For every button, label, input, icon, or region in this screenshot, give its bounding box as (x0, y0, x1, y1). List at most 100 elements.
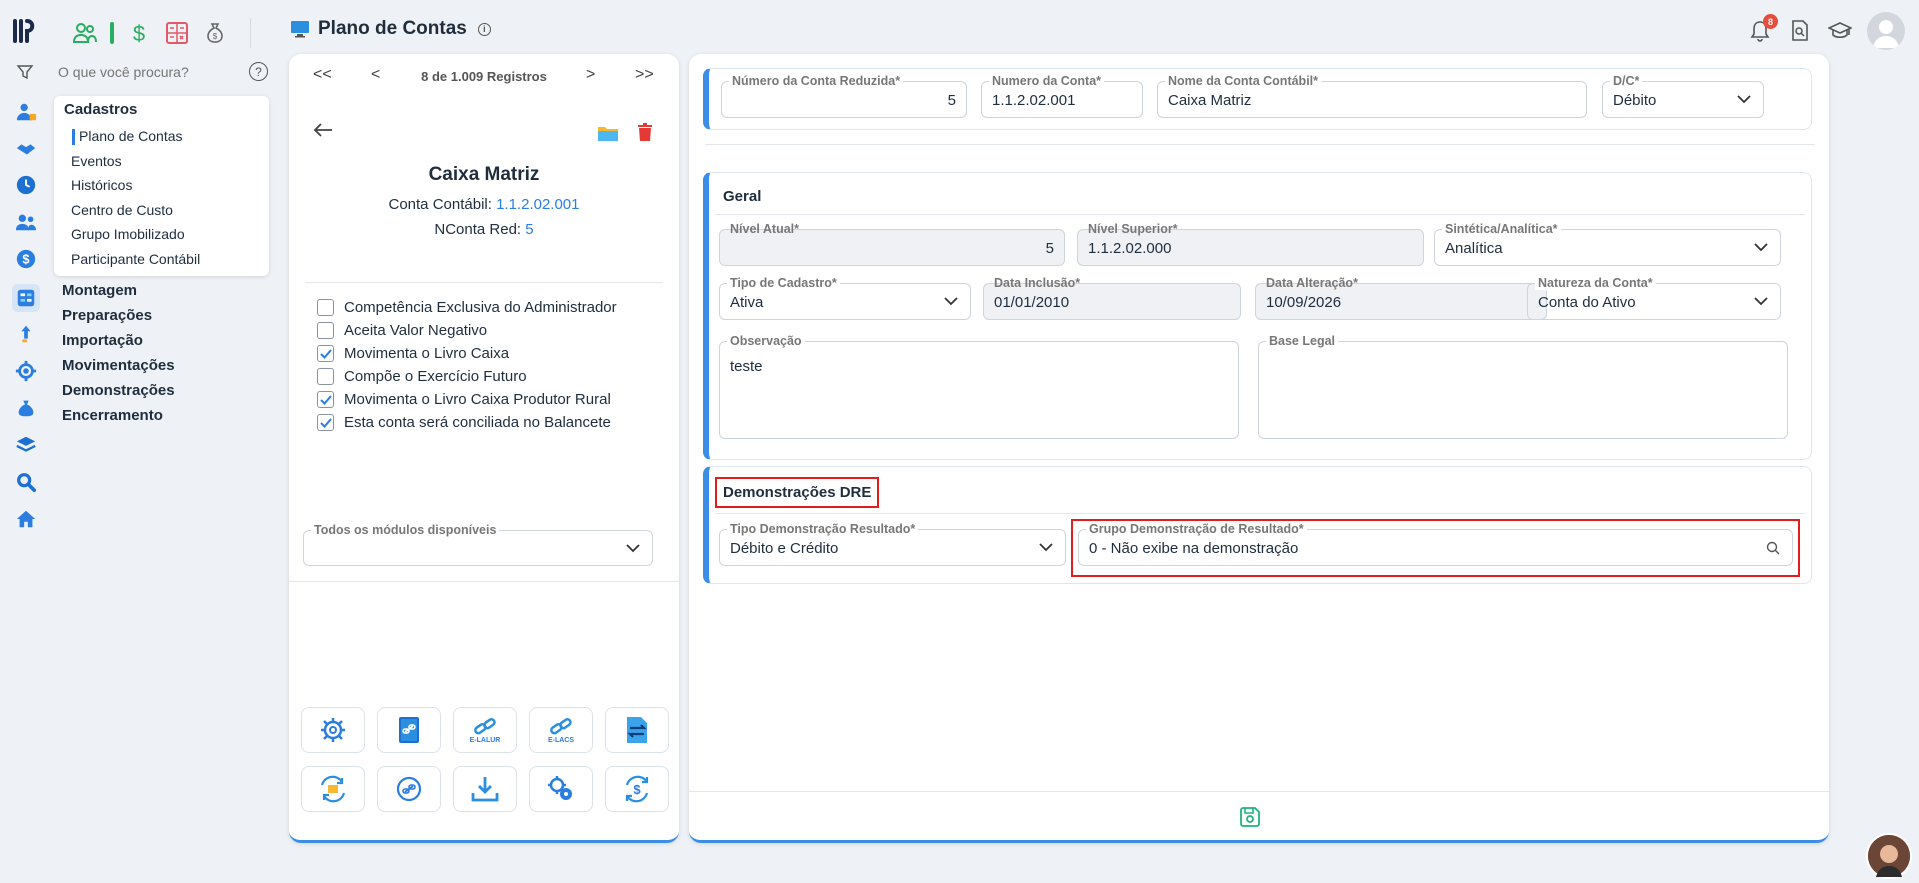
parent-level-value: 1.1.2.02.000 (1088, 240, 1172, 257)
active-module-indicator (110, 22, 114, 44)
flag-checkbox-row[interactable]: Movimenta o Livro Caixa (317, 345, 509, 362)
file-exchange-icon (627, 717, 647, 743)
checkbox-unchecked[interactable] (317, 299, 334, 316)
synthetic-analytic-select[interactable]: Sintética/Analítica* Analítica (1434, 222, 1781, 266)
notifications-button[interactable]: 8 (1747, 14, 1778, 44)
reduced-number-field[interactable]: Número da Conta Reduzida* 5 (721, 74, 967, 118)
page-title-text: Plano de Contas (318, 18, 467, 39)
flag-checkbox-row[interactable]: Aceita Valor Negativo (317, 322, 487, 339)
help-icon[interactable]: ? (249, 62, 268, 81)
flag-checkbox-row[interactable]: Movimenta o Livro Caixa Produtor Rural (317, 391, 611, 408)
menu-section-title[interactable]: Cadastros (64, 101, 137, 118)
flag-checkbox-row[interactable]: Competência Exclusiva do Administrador (317, 299, 617, 316)
account-number-value: 1.1.2.02.001 (992, 92, 1076, 109)
menu-item-centro-de-custo[interactable]: Centro de Custo (71, 202, 173, 218)
menu-item-preparacoes[interactable]: Preparações (62, 307, 152, 324)
user-register-icon[interactable] (14, 100, 38, 124)
menu-item-eventos[interactable]: Eventos (71, 153, 122, 169)
back-arrow-icon[interactable] (313, 121, 333, 144)
download-tile[interactable] (453, 766, 517, 812)
menu-item-montagem[interactable]: Montagem (62, 282, 137, 299)
menu-item-plano-de-contas[interactable]: Plano de Contas (72, 128, 183, 145)
modules-select[interactable]: Todos os módulos disponíveis (303, 523, 653, 566)
menu-item-encerramento[interactable]: Encerramento (62, 407, 163, 424)
result-group-value: 0 - Não exibe na demonstração (1089, 540, 1299, 557)
save-icon[interactable] (1239, 806, 1261, 833)
checkbox-checked[interactable] (317, 391, 334, 408)
money-bag-module-icon[interactable]: $ (196, 18, 234, 48)
trash-icon[interactable] (637, 122, 653, 147)
account-name-field[interactable]: Nome da Conta Contábil* Caixa Matriz (1157, 74, 1587, 118)
menu-item-demonstracoes[interactable]: Demonstrações (62, 382, 175, 399)
result-statement-type-select[interactable]: Tipo Demonstração Resultado* Débito e Cr… (719, 522, 1066, 566)
legal-basis-textarea[interactable]: Base Legal (1258, 334, 1788, 439)
menu-item-importacao[interactable]: Importação (62, 332, 143, 349)
support-chat-avatar[interactable] (1866, 833, 1912, 879)
search-icon[interactable] (1766, 541, 1780, 555)
sync-file-tile[interactable] (301, 766, 365, 812)
home-icon[interactable] (14, 507, 38, 531)
observation-textarea[interactable]: Observação teste (719, 334, 1239, 439)
result-group-lookup[interactable]: Grupo Demonstração de Resultado* 0 - Não… (1078, 522, 1793, 566)
info-icon[interactable]: i (477, 22, 491, 36)
app-logo-icon[interactable] (12, 18, 40, 44)
checkbox-unchecked[interactable] (317, 368, 334, 385)
parent-level-field: Nível Superior* 1.1.2.02.000 (1077, 222, 1424, 266)
general-section: Geral Nível Atual* 5 Nível Superior* 1.1… (703, 172, 1812, 460)
link-book-tile[interactable] (377, 707, 441, 753)
debit-credit-select[interactable]: D/C* Débito (1602, 74, 1764, 118)
settings-tile[interactable] (301, 707, 365, 753)
checkbox-unchecked[interactable] (317, 322, 334, 339)
cadastros-submenu: Cadastros Plano de Contas Eventos Histór… (54, 96, 269, 276)
result-group-label: Grupo Demonstração de Resultado* (1086, 522, 1307, 536)
dollar-circle-icon[interactable]: $ (14, 247, 38, 271)
search-input[interactable] (56, 62, 241, 82)
calculator-module-icon[interactable] (158, 18, 196, 48)
elacs-caption: E-LACS (547, 736, 575, 744)
registration-type-select[interactable]: Tipo de Cadastro* Ativa (719, 276, 971, 320)
flag-checkbox-label: Compõe o Exercício Futuro (344, 368, 527, 385)
layers-icon[interactable] (14, 433, 38, 457)
next-record-button[interactable]: > (586, 66, 595, 84)
chevron-down-icon (626, 544, 640, 553)
learning-button[interactable] (1827, 18, 1853, 44)
filter-icon[interactable] (16, 63, 34, 86)
menu-item-participante-contabil[interactable]: Participante Contábil (71, 251, 200, 267)
reduced-number-value: 5 (947, 92, 956, 109)
flag-checkbox-row[interactable]: Esta conta será conciliada no Balancete (317, 414, 611, 431)
menu-item-grupo-imobilizado[interactable]: Grupo Imobilizado (71, 226, 185, 242)
users-icon[interactable] (14, 210, 38, 234)
last-record-button[interactable]: >> (635, 66, 654, 84)
account-nature-select[interactable]: Natureza da Conta* Conta do Ativo (1527, 276, 1781, 320)
divider (715, 513, 1805, 514)
dollar-module-icon[interactable]: $ (120, 18, 158, 48)
clock-icon[interactable] (14, 173, 38, 197)
network-gear-icon[interactable] (14, 359, 38, 383)
search-zoom-icon[interactable] (14, 470, 38, 494)
inclusion-date-label: Data Inclusão* (994, 276, 1081, 290)
elalur-tile[interactable]: E-LALUR (453, 707, 517, 753)
user-avatar[interactable] (1867, 12, 1905, 50)
document-search-button[interactable] (1787, 18, 1813, 44)
money-bag-icon[interactable] (14, 396, 38, 420)
gears-tile[interactable] (529, 766, 593, 812)
flag-checkbox-row[interactable]: Compõe o Exercício Futuro (317, 368, 527, 385)
menu-item-historicos[interactable]: Históricos (71, 177, 132, 193)
handshake-icon[interactable] (14, 137, 38, 161)
currency-sync-tile[interactable]: $ (605, 766, 669, 812)
account-number-field[interactable]: Numero da Conta* 1.1.2.02.001 (981, 74, 1143, 118)
file-transfer-tile[interactable] (605, 707, 669, 753)
people-module-icon[interactable] (66, 18, 104, 48)
checkbox-checked[interactable] (317, 345, 334, 362)
upload-tool-icon[interactable] (14, 322, 38, 346)
download-icon (471, 777, 499, 802)
link-refresh-tile[interactable] (377, 766, 441, 812)
folder-icon[interactable] (597, 124, 619, 147)
link-refresh-icon (396, 776, 422, 802)
elacs-tile[interactable]: E-LACS (529, 707, 593, 753)
inclusion-date-value: 01/01/2010 (994, 294, 1070, 311)
chevron-down-icon (1737, 95, 1751, 104)
menu-item-movimentacoes[interactable]: Movimentações (62, 357, 175, 374)
accounting-module-icon[interactable] (12, 284, 40, 312)
checkbox-checked[interactable] (317, 414, 334, 431)
